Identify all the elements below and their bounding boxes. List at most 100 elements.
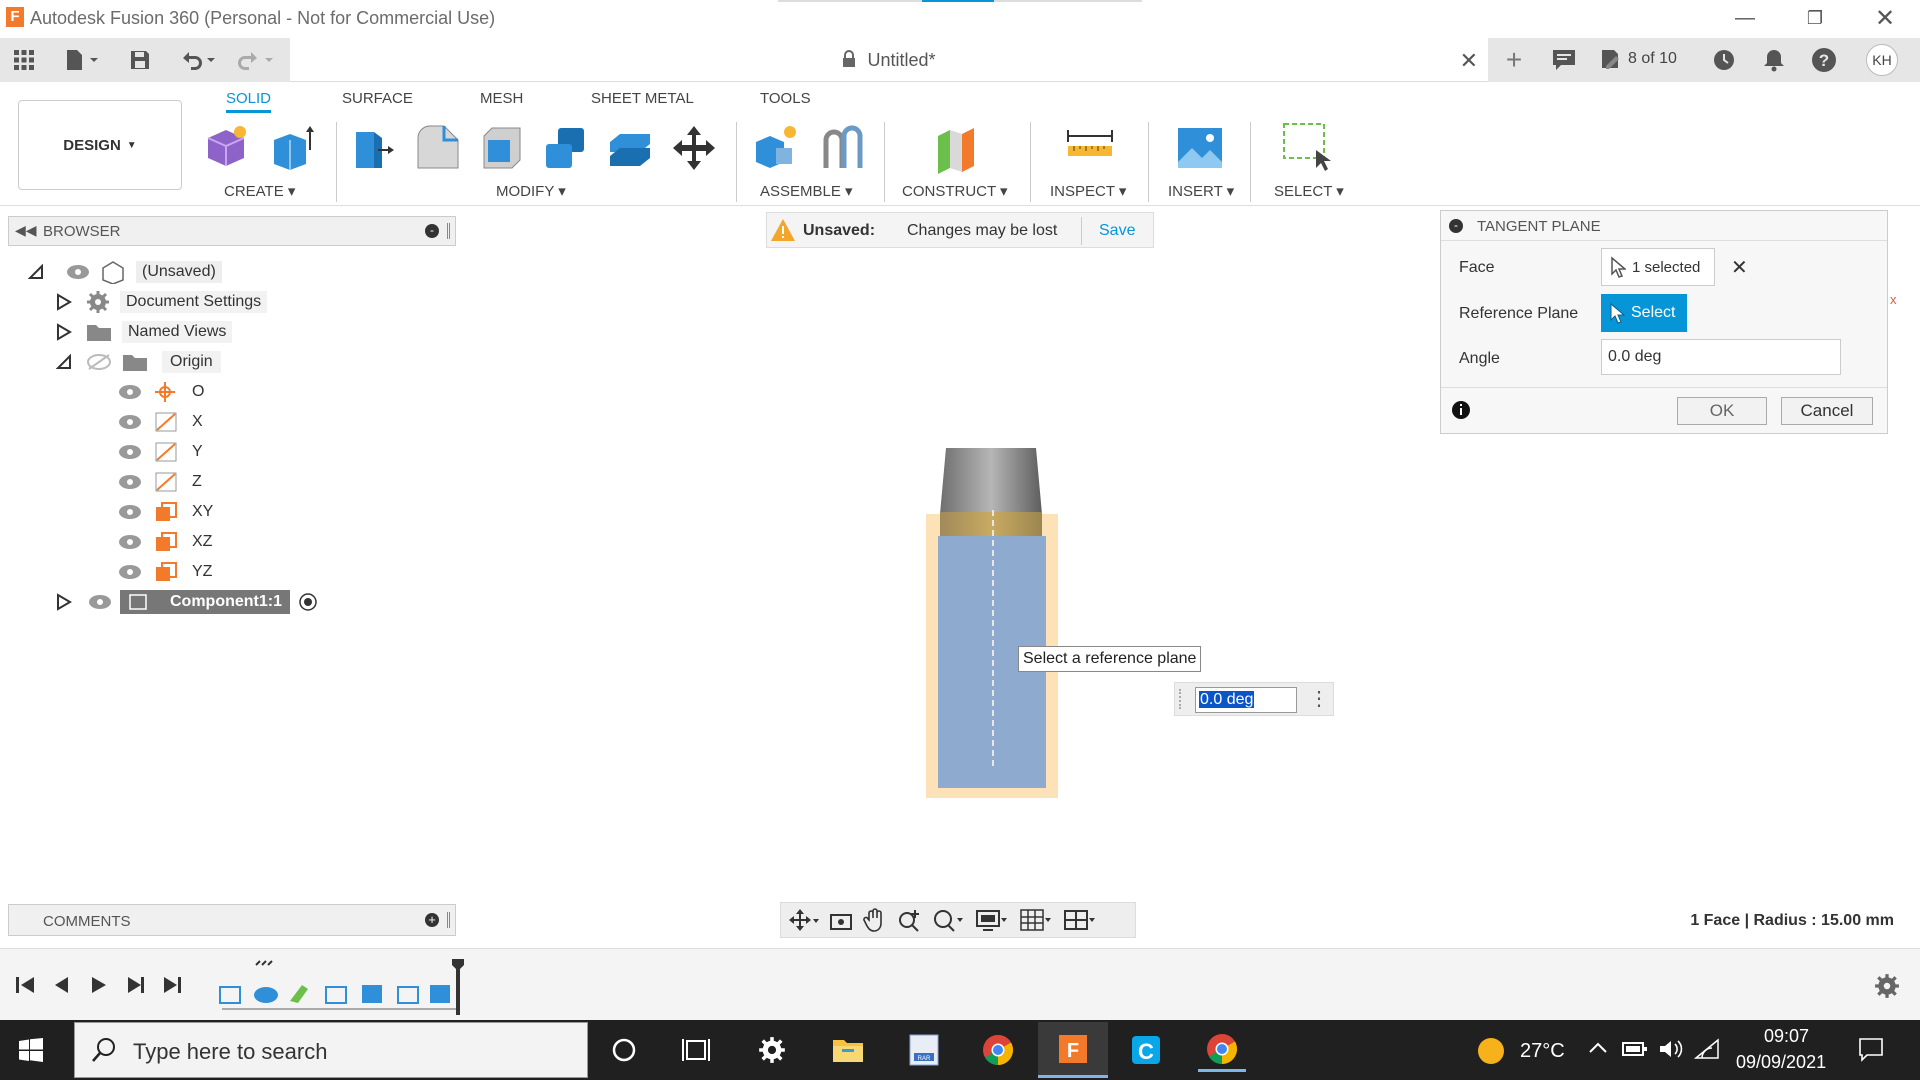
- play-icon[interactable]: [88, 975, 110, 995]
- timeline-track[interactable]: [218, 957, 478, 1017]
- task-view-icon[interactable]: [672, 1028, 720, 1072]
- combine-icon[interactable]: [540, 122, 592, 174]
- group-construct[interactable]: CONSTRUCT ▾: [902, 182, 1008, 200]
- insert-image-icon[interactable]: [1174, 122, 1226, 174]
- hidden-eye-icon[interactable]: [86, 353, 112, 371]
- group-inspect[interactable]: INSPECT ▾: [1050, 182, 1126, 200]
- component-selected-chip[interactable]: Component1:1: [120, 590, 290, 614]
- fillet-icon[interactable]: [412, 122, 464, 174]
- comments-add-icon[interactable]: +: [425, 913, 439, 927]
- tree-row-origin[interactable]: Origin: [56, 348, 221, 376]
- zoom-icon[interactable]: [897, 908, 921, 932]
- close-window-button[interactable]: ✕: [1850, 0, 1920, 36]
- group-modify[interactable]: MODIFY ▾: [496, 182, 566, 200]
- press-pull-icon[interactable]: [348, 122, 400, 174]
- visibility-eye-icon[interactable]: [118, 474, 142, 490]
- battery-icon[interactable]: [1622, 1040, 1648, 1058]
- shell-icon[interactable]: [476, 122, 528, 174]
- tab-solid[interactable]: SOLID: [226, 90, 272, 113]
- offset-face-icon[interactable]: [604, 122, 656, 174]
- look-at-icon[interactable]: [829, 909, 853, 931]
- tree-row-z-axis[interactable]: Z: [118, 468, 202, 496]
- chrome-icon[interactable]: [974, 1028, 1022, 1072]
- display-settings-icon[interactable]: [975, 908, 1009, 932]
- ok-button[interactable]: OK: [1677, 397, 1767, 425]
- tree-row-root[interactable]: (Unsaved): [28, 258, 222, 286]
- cortana-circle-icon[interactable]: [600, 1028, 648, 1072]
- document-tab[interactable]: Untitled* ✕: [290, 38, 1488, 82]
- collapsed-triangle-icon[interactable]: [56, 593, 80, 611]
- drag-grip-icon[interactable]: [1179, 689, 1185, 709]
- grid-settings-icon[interactable]: [1019, 908, 1053, 932]
- viewports-icon[interactable]: [1063, 908, 1097, 932]
- cancel-button[interactable]: Cancel: [1781, 397, 1873, 425]
- group-create[interactable]: CREATE ▾: [224, 182, 295, 200]
- joint-icon[interactable]: [816, 122, 868, 174]
- clock-time[interactable]: 09:07: [1764, 1026, 1809, 1047]
- activate-radio-icon[interactable]: [298, 592, 318, 612]
- new-component-assemble-icon[interactable]: [750, 122, 802, 174]
- model-viewport[interactable]: [920, 440, 1070, 802]
- cortex-c-icon[interactable]: C: [1122, 1028, 1170, 1072]
- expanded-triangle-icon[interactable]: [28, 264, 52, 280]
- undo-icon[interactable]: [176, 44, 220, 76]
- taskbar-search-box[interactable]: Type here to search: [74, 1022, 588, 1078]
- dialog-collapse-icon[interactable]: -: [1449, 219, 1463, 233]
- reference-plane-select-button[interactable]: Select: [1601, 294, 1687, 332]
- angle-hud-input[interactable]: 0.0 deg: [1195, 687, 1297, 713]
- tree-row-document-settings[interactable]: Document Settings: [56, 288, 268, 316]
- more-options-icon[interactable]: ⋮: [1309, 687, 1329, 711]
- step-forward-icon[interactable]: [124, 975, 146, 995]
- fusion-taskbar-icon[interactable]: F: [1038, 1022, 1108, 1078]
- visibility-eye-icon[interactable]: [118, 384, 142, 400]
- wifi-icon[interactable]: [1694, 1038, 1720, 1060]
- face-selection-chip[interactable]: 1 selected: [1601, 248, 1715, 286]
- tab-mesh[interactable]: MESH: [480, 90, 523, 107]
- info-icon[interactable]: [1451, 400, 1471, 420]
- construct-plane-icon[interactable]: [930, 122, 982, 174]
- measure-icon[interactable]: [1064, 122, 1116, 174]
- tab-sheet-metal[interactable]: SHEET METAL: [591, 90, 694, 107]
- weather-sun-icon[interactable]: [1476, 1036, 1506, 1066]
- browser-pin-icon[interactable]: [447, 223, 450, 239]
- user-avatar[interactable]: KH: [1866, 44, 1898, 76]
- visibility-eye-icon[interactable]: [88, 594, 112, 610]
- redo-icon[interactable]: [234, 44, 278, 76]
- tree-row-component[interactable]: Component1:1: [56, 588, 318, 616]
- move-copy-icon[interactable]: [668, 122, 720, 174]
- browser-minus-icon[interactable]: -: [425, 224, 439, 238]
- clock-history-icon[interactable]: [1708, 44, 1740, 76]
- save-icon[interactable]: [124, 44, 156, 76]
- close-tab-icon[interactable]: ✕: [1460, 48, 1478, 74]
- workspace-switcher[interactable]: DESIGN ▼: [18, 100, 182, 190]
- chrome-window-icon[interactable]: [1198, 1028, 1246, 1072]
- visibility-eye-icon[interactable]: [118, 534, 142, 550]
- tree-row-y-axis[interactable]: Y: [118, 438, 203, 466]
- restore-button[interactable]: ❐: [1780, 0, 1850, 36]
- tree-row-x-axis[interactable]: X: [118, 408, 203, 436]
- collapsed-triangle-icon[interactable]: [56, 323, 80, 341]
- tree-row-origin-point[interactable]: O: [118, 378, 204, 406]
- new-tab-plus-icon[interactable]: +: [1498, 44, 1530, 76]
- banner-save-link[interactable]: Save: [1099, 222, 1135, 240]
- timeline-settings-gear-icon[interactable]: [1874, 973, 1900, 999]
- file-explorer-icon[interactable]: [824, 1028, 872, 1072]
- tab-surface[interactable]: SURFACE: [342, 90, 413, 107]
- fit-icon[interactable]: [931, 908, 965, 932]
- tray-chevron-up-icon[interactable]: [1588, 1040, 1608, 1056]
- new-component-icon[interactable]: [200, 122, 252, 174]
- file-menu-icon[interactable]: [60, 44, 104, 76]
- clear-selection-icon[interactable]: ✕: [1731, 255, 1748, 280]
- clock-date[interactable]: 09/09/2021: [1736, 1052, 1826, 1073]
- collapsed-triangle-icon[interactable]: [56, 293, 80, 311]
- visibility-eye-icon[interactable]: [118, 444, 142, 460]
- tree-row-yz-plane[interactable]: YZ: [118, 558, 212, 586]
- visibility-eye-icon[interactable]: [118, 504, 142, 520]
- orbit-icon[interactable]: [789, 909, 819, 931]
- comments-pin-icon[interactable]: [447, 912, 450, 928]
- notifications-bell-icon[interactable]: [1758, 44, 1790, 76]
- collapse-panel-icon[interactable]: ◀◀: [15, 222, 37, 239]
- job-status[interactable]: 8 of 10: [1600, 48, 1677, 70]
- group-insert[interactable]: INSERT ▾: [1168, 182, 1234, 200]
- volume-icon[interactable]: [1658, 1038, 1684, 1060]
